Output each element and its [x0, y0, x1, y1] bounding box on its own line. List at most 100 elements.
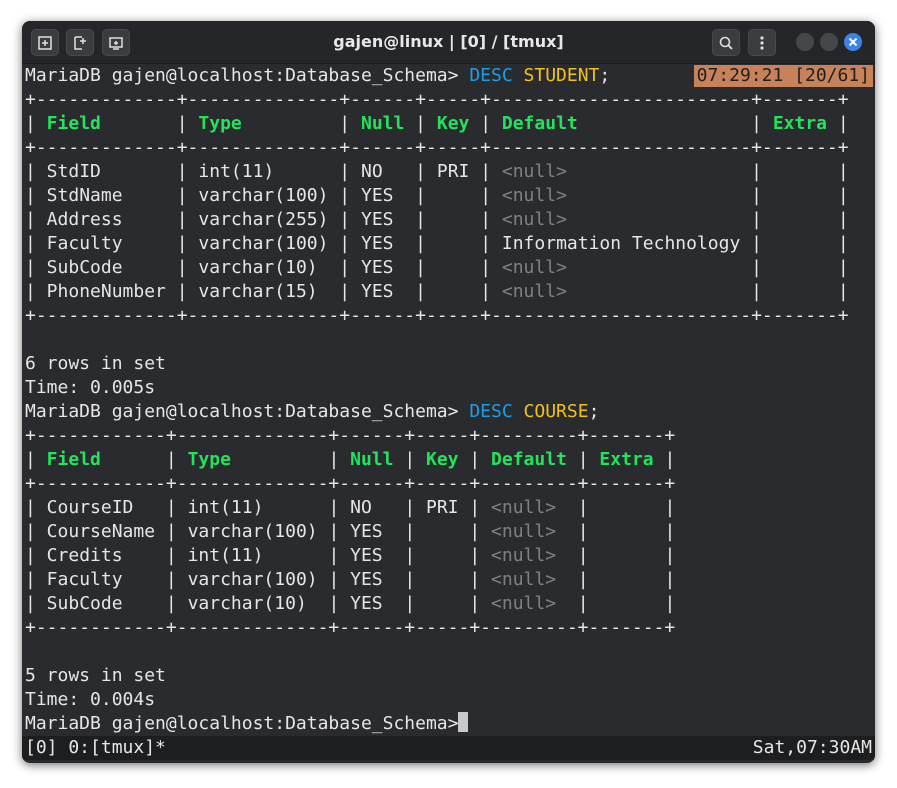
table-header-row: | Field | Type | Null | Key | Default | … — [25, 113, 849, 134]
table-cell — [589, 497, 665, 518]
query-time: Time: 0.005s — [25, 377, 156, 398]
table-row: | PhoneNumber | varchar(15) | YES | | <n… — [25, 281, 849, 302]
prompt: MariaDB gajen@localhost:Database_Schema> — [25, 65, 470, 86]
table-cell: <null> — [480, 569, 578, 590]
table-cell — [762, 257, 838, 278]
table-cell: CourseName — [35, 521, 166, 542]
column-header: Default — [480, 449, 578, 470]
table-border: +------------+--------------+------+----… — [25, 425, 676, 446]
table-row: | Credits | int(11) | YES | | <null> | | — [25, 545, 676, 566]
table-cell: PRI — [426, 161, 481, 182]
table-cell: Faculty — [35, 569, 166, 590]
table-cell: <null> — [480, 521, 578, 542]
table-cell: varchar(10) — [176, 593, 329, 614]
search-button[interactable] — [712, 29, 740, 56]
table-cell — [762, 161, 838, 182]
table-cell: int(11) — [187, 161, 340, 182]
tmux-window-list[interactable]: [0] 0:[tmux]* — [25, 736, 166, 760]
table-cell — [426, 209, 480, 230]
column-header: Extra — [588, 449, 665, 470]
table-cell: <null> — [491, 281, 752, 302]
column-header: Field — [35, 449, 166, 470]
table-cell: <null> — [491, 257, 752, 278]
table-border: +-------------+--------------+------+---… — [25, 305, 849, 326]
kebab-menu-icon — [760, 35, 764, 50]
column-header: Type — [187, 113, 340, 134]
table-row: | CourseID | int(11) | NO | PRI | <null>… — [25, 497, 676, 518]
column-header: Extra — [761, 113, 838, 134]
table-cell: YES — [339, 521, 405, 542]
command-prompt[interactable]: MariaDB gajen@localhost:Database_Schema> — [25, 712, 469, 736]
table-cell: SubCode — [35, 257, 177, 278]
table-cell — [426, 281, 480, 302]
new-tab-button[interactable] — [31, 29, 59, 56]
table-cell: YES — [350, 185, 416, 206]
table-cell: int(11) — [176, 545, 329, 566]
table-cell: YES — [350, 209, 416, 230]
table-cell — [762, 281, 838, 302]
column-header: Type — [176, 449, 329, 470]
table-cell: Address — [35, 209, 177, 230]
prompt: MariaDB gajen@localhost:Database_Schema> — [25, 401, 470, 422]
table-cell: YES — [350, 281, 416, 302]
attach-session-button[interactable] — [102, 29, 130, 56]
text-cursor — [458, 712, 469, 732]
title-bar: gajen@linux | [0] / [tmux] — [22, 21, 875, 64]
table-cell — [762, 209, 838, 230]
menu-button[interactable] — [748, 29, 776, 56]
table-cell: varchar(255) — [187, 209, 340, 230]
terminal-window: gajen@linux | [0] / [tmux] MariaDB gajen… — [22, 21, 875, 763]
table-cell: PRI — [415, 497, 470, 518]
tmux-status-bar: [0] 0:[tmux]* Sat,07:30AM — [22, 736, 875, 760]
table-cell — [589, 569, 665, 590]
column-header: Field — [35, 113, 177, 134]
query-time: Time: 0.004s — [25, 689, 156, 710]
table-cell — [762, 185, 838, 206]
table-cell: varchar(15) — [187, 281, 340, 302]
table-cell: <null> — [480, 545, 578, 566]
table-row: | Address | varchar(255) | YES | | <null… — [25, 209, 849, 230]
table-cell: varchar(100) — [176, 521, 329, 542]
table-cell: <null> — [480, 497, 578, 518]
table-cell: Faculty — [35, 233, 177, 254]
table-cell: YES — [339, 569, 405, 590]
table-cell — [415, 545, 469, 566]
table-cell: int(11) — [176, 497, 329, 518]
table-cell — [426, 257, 480, 278]
rows-in-set: 5 rows in set — [25, 665, 166, 686]
table-cell: SubCode — [35, 593, 166, 614]
table-cell: YES — [350, 233, 416, 254]
sql-keyword: DESC — [469, 401, 513, 422]
table-cell — [589, 593, 665, 614]
table-cell: StdName — [35, 185, 177, 206]
tmux-clock: 07:29:21 [20/61] — [693, 65, 873, 87]
column-header: Key — [426, 113, 481, 134]
prompt: MariaDB gajen@localhost:Database_Schema> — [25, 713, 459, 734]
table-cell: Information Technology — [491, 233, 752, 254]
table-cell: varchar(100) — [187, 233, 340, 254]
table-cell — [589, 545, 665, 566]
table-row: | CourseName | varchar(100) | YES | | <n… — [25, 521, 676, 542]
table-cell: NO — [350, 161, 416, 182]
table-cell: varchar(10) — [187, 257, 340, 278]
status-datetime: Sat,07:30AM — [752, 737, 872, 758]
table-border: +-------------+--------------+------+---… — [25, 137, 849, 158]
split-view-button[interactable] — [66, 29, 94, 56]
column-header: Null — [339, 449, 405, 470]
search-icon — [719, 36, 733, 50]
table-border: +------------+--------------+------+----… — [25, 473, 676, 494]
close-button[interactable] — [844, 33, 862, 51]
table-cell: StdID — [35, 161, 177, 182]
minimize-button[interactable] — [796, 33, 814, 51]
command-line-course: MariaDB gajen@localhost:Database_Schema>… — [25, 400, 599, 424]
sql-keyword: DESC — [469, 65, 513, 86]
table-cell: PhoneNumber — [35, 281, 177, 302]
table-name: STUDENT — [523, 65, 600, 86]
maximize-button[interactable] — [820, 33, 838, 51]
column-header: Key — [415, 449, 470, 470]
attach-session-icon — [109, 36, 123, 50]
table-cell — [415, 569, 469, 590]
close-icon — [848, 37, 858, 47]
terminal-output[interactable]: MariaDB gajen@localhost:Database_Schema>… — [25, 64, 873, 736]
table-cell — [426, 233, 480, 254]
